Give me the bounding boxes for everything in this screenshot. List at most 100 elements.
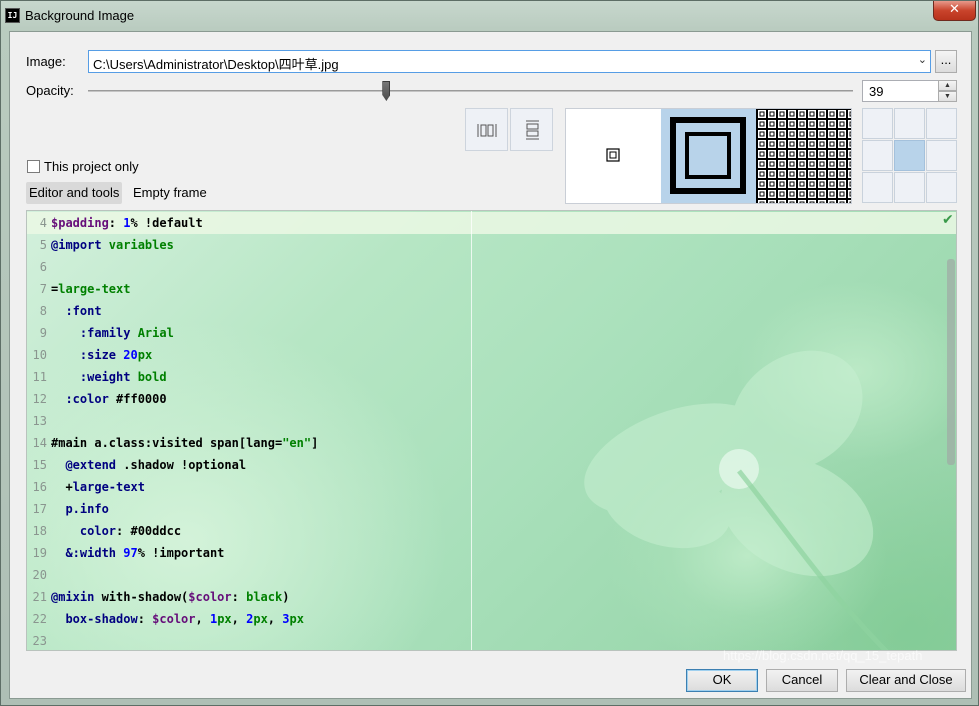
code-token: $color: [152, 612, 196, 626]
code-token: ]: [311, 436, 319, 450]
code-line[interactable]: 7 =large-text: [27, 278, 131, 300]
code-line[interactable]: 12 :color #ff0000: [27, 388, 167, 410]
code-token: @extend: [65, 458, 124, 472]
code-token: 97: [123, 546, 138, 560]
image-path-combobox[interactable]: C:\Users\Administrator\Desktop\四叶草.jpg ⌄: [88, 50, 931, 73]
code-line[interactable]: 23: [27, 630, 51, 650]
anchor-middle-right[interactable]: [926, 140, 957, 171]
browse-button[interactable]: ...: [935, 50, 957, 73]
stretch-vertical-icon: [526, 120, 539, 140]
line-number: 15: [32, 458, 47, 472]
code-token: large-text: [72, 480, 145, 494]
preview-tile-option[interactable]: [756, 109, 851, 203]
code-token: ): [282, 590, 290, 604]
line-number: 22: [32, 612, 47, 626]
clear-and-close-button[interactable]: Clear and Close: [846, 669, 966, 692]
anchor-top-left[interactable]: [862, 108, 893, 139]
code-token: :: [108, 216, 124, 230]
code-line[interactable]: 16 +large-text: [27, 476, 145, 498]
line-number: 14: [32, 436, 47, 450]
code-line[interactable]: 20: [27, 564, 51, 586]
code-line[interactable]: 5 @import variables: [27, 234, 174, 256]
preview-center-option[interactable]: [566, 109, 661, 203]
line-number: 9: [39, 326, 47, 340]
code-line[interactable]: 9 :family Arial: [27, 322, 174, 344]
line-number: 10: [32, 348, 47, 362]
line-number: 11: [32, 370, 47, 384]
code-token: #main a.class:visited span[lang=: [51, 436, 283, 450]
code-line[interactable]: 21 @mixin with-shadow($color: black): [27, 586, 290, 608]
line-number: 8: [39, 304, 47, 318]
spinner-down-icon[interactable]: ▼: [938, 91, 957, 102]
fill-vertical-button[interactable]: [510, 108, 553, 151]
code-token: "en": [282, 436, 312, 450]
anchor-center[interactable]: [894, 140, 925, 171]
line-number: 17: [32, 502, 47, 516]
opacity-slider-track[interactable]: [88, 90, 853, 92]
code-token: variables: [108, 238, 174, 252]
anchor-bottom-center[interactable]: [894, 172, 925, 203]
editor-preview[interactable]: 4 $padding: 1% !default 5 @import variables…: [26, 210, 957, 651]
line-number: 5: [39, 238, 47, 252]
tab-empty-frame[interactable]: Empty frame: [130, 182, 210, 204]
line-number: 23: [32, 634, 47, 648]
anchor-middle-left[interactable]: [862, 140, 893, 171]
opacity-spinner-input[interactable]: 39: [862, 80, 939, 102]
preview-scale-option[interactable]: [661, 109, 756, 203]
stretch-horizontal-icon: [477, 124, 497, 137]
code-token: : #00ddcc: [116, 524, 182, 538]
chevron-down-icon[interactable]: ⌄: [918, 53, 927, 66]
code-line[interactable]: 14 #main a.class:visited span[lang="en"]: [27, 432, 319, 454]
line-number: 7: [39, 282, 47, 296]
anchor-top-right[interactable]: [926, 108, 957, 139]
close-button[interactable]: ✕: [933, 1, 976, 21]
line-number: 13: [32, 414, 47, 428]
anchor-grid: [862, 108, 958, 204]
editor-scrollbar[interactable]: [947, 259, 955, 465]
code-token: &:width: [65, 546, 124, 560]
line-number: 21: [32, 590, 47, 604]
watermark-text: https://blog.csdn.net/qq_15_tepath: [723, 648, 923, 663]
spinner-up-icon[interactable]: ▲: [938, 80, 957, 91]
code-line[interactable]: 22 box-shadow: $color, 1px, 2px, 3px: [27, 608, 304, 630]
anchor-top-center[interactable]: [894, 108, 925, 139]
anchor-bottom-right[interactable]: [926, 172, 957, 203]
code-line[interactable]: 6: [27, 256, 51, 278]
code-line[interactable]: 18 color: #00ddcc: [27, 520, 182, 542]
code-token: px: [253, 612, 268, 626]
code-token: % !important: [137, 546, 225, 560]
code-token: % !default: [130, 216, 203, 230]
code-token: @import: [51, 238, 109, 252]
code-line[interactable]: 15 @extend .shadow !optional: [27, 454, 247, 476]
code-line[interactable]: 8 :font: [27, 300, 102, 322]
code-token: $padding: [51, 216, 109, 230]
code-line[interactable]: 11 :weight bold: [27, 366, 167, 388]
opacity-slider-thumb[interactable]: [382, 81, 391, 101]
opacity-spinner-buttons: ▲ ▼: [938, 80, 957, 102]
title-bar[interactable]: IJ Background Image ✕: [1, 1, 978, 31]
code-line[interactable]: 4 $padding: 1% !default: [27, 212, 203, 234]
line-number: 16: [32, 480, 47, 494]
code-line[interactable]: 10 :size 20px: [27, 344, 153, 366]
tab-editor-and-tools[interactable]: Editor and tools: [26, 182, 123, 204]
line-number: 20: [32, 568, 47, 582]
this-project-only-label[interactable]: This project only: [44, 159, 139, 174]
anchor-bottom-left[interactable]: [862, 172, 893, 203]
code-line[interactable]: 19 &:width 97% !important: [27, 542, 225, 564]
fill-horizontal-button[interactable]: [465, 108, 508, 151]
this-project-only-checkbox[interactable]: [27, 160, 40, 173]
code-line[interactable]: 17 p.info: [27, 498, 109, 520]
code-line[interactable]: 13: [27, 410, 51, 432]
code-token: color: [79, 524, 117, 538]
cancel-button[interactable]: Cancel: [766, 669, 838, 692]
ok-button[interactable]: OK: [686, 669, 758, 692]
dialog-window: IJ Background Image ✕ Image: C:\Users\Ad…: [0, 0, 979, 706]
